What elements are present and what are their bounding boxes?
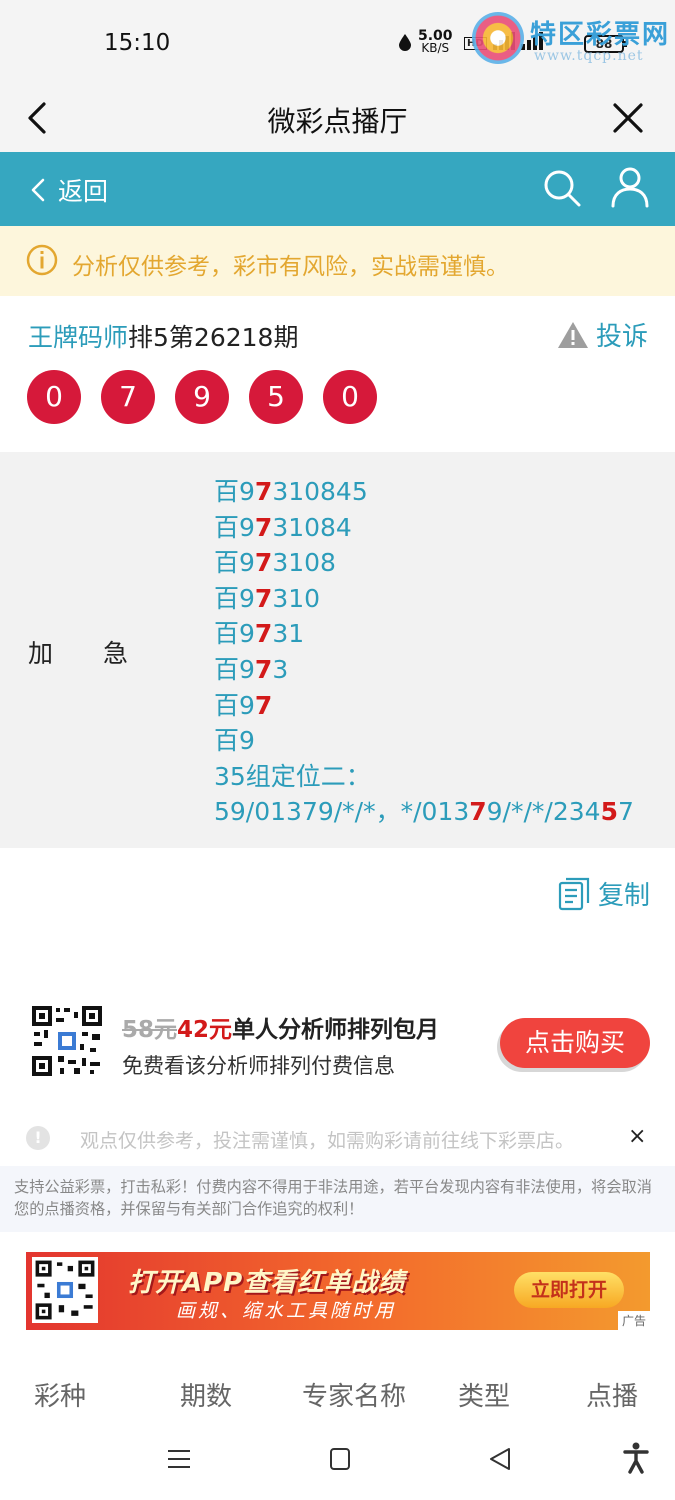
promo-desc: 单人分析师排列包月 <box>232 1017 440 1043</box>
accessibility-icon[interactable] <box>622 1442 650 1474</box>
tab-type[interactable]: 类型 <box>458 1376 510 1413</box>
watermark: 特区彩票网 www.tqcp.net <box>472 8 672 68</box>
tab-play[interactable]: 点播 <box>586 1376 638 1413</box>
copy-label: 复制 <box>598 881 651 911</box>
back-button[interactable]: 返回 <box>30 172 108 208</box>
back-chevron-icon <box>31 178 45 202</box>
search-icon[interactable] <box>542 168 582 208</box>
banner-headline: 打开APP查看红单战绩 <box>128 1268 406 1298</box>
expert-line: 王牌码师排5第26218期 <box>28 318 298 354</box>
page-title: 微彩点播厅 <box>267 105 408 138</box>
result-ball: 5 <box>249 370 303 424</box>
watermark-logo-icon <box>472 12 524 64</box>
open-app-button[interactable]: 立即打开 <box>514 1272 624 1308</box>
result-ball: 7 <box>101 370 155 424</box>
close-disclaimer-button[interactable]: × <box>628 1124 646 1149</box>
complain-label: 投诉 <box>596 322 649 352</box>
prediction-line: 百973 <box>214 654 289 684</box>
back-label: 返回 <box>58 177 109 206</box>
title-bar: 微彩点播厅 <box>0 88 675 152</box>
tab-lottery-type[interactable]: 彩种 <box>34 1376 86 1413</box>
promo-sub: 免费看该分析师排列付费信息 <box>122 1054 395 1078</box>
table-header-tabs: 彩种 期数 专家名称 类型 点播 <box>0 1368 675 1418</box>
back-triangle-icon[interactable] <box>488 1446 512 1472</box>
disclaimer-text: 观点仅供参考，投注需谨慎，如需购彩请前往线下彩票店。 <box>80 1130 575 1152</box>
expert-name[interactable]: 王牌码师 <box>28 323 128 352</box>
prediction-line: 百9731 <box>214 619 305 649</box>
copy-button[interactable]: 复制 <box>558 875 650 912</box>
complain-button[interactable]: 投诉 <box>556 316 648 353</box>
issue-label: 排5第26218期 <box>128 323 299 352</box>
qr-code-icon <box>32 1257 98 1323</box>
data-drop-icon <box>399 34 411 51</box>
prediction-line: 百9 <box>214 726 255 756</box>
prediction-line: 百973108 <box>214 548 336 578</box>
status-time: 15:10 <box>104 30 171 56</box>
result-ball: 0 <box>323 370 377 424</box>
result-ball: 9 <box>175 370 229 424</box>
draw-result-balls: 0 7 9 5 0 <box>27 370 377 424</box>
menu-icon[interactable] <box>167 1448 191 1470</box>
promo-price-line: 58元42元单人分析师排列包月 <box>122 1010 439 1044</box>
prediction-content: 加急 百97310845 百9731084 百973108 百97310 百97… <box>0 452 675 848</box>
watermark-title: 特区彩票网 <box>530 20 671 50</box>
buy-button[interactable]: 点击购买 <box>500 1018 650 1068</box>
status-bar: 15:10 5.00KB/S HD 88 特区彩票网 www.tqcp.net <box>0 0 675 88</box>
risk-notice: 分析仅供参考，彩市有风险，实战需谨慎。 <box>0 226 675 296</box>
banner-subline: 画规、缩水工具随时用 <box>176 1300 397 1322</box>
user-icon[interactable] <box>610 166 650 208</box>
tab-issue[interactable]: 期数 <box>180 1376 232 1413</box>
group-positions: 59/01379/*/*，*/01379/*/*/23457 <box>214 797 634 827</box>
risk-notice-text: 分析仅供参考，彩市有风险，实战需谨慎。 <box>72 254 509 280</box>
copy-document-icon <box>558 877 590 910</box>
warning-triangle-icon <box>558 321 588 348</box>
nav-bar: 返回 <box>0 152 675 226</box>
app-ad-banner[interactable]: 打开APP查看红单战绩 画规、缩水工具随时用 立即打开 广告 <box>26 1252 650 1330</box>
network-speed: 5.00 KB/S <box>398 29 453 55</box>
new-price: 42元 <box>177 1017 233 1043</box>
tab-expert-name[interactable]: 专家名称 <box>302 1376 406 1413</box>
legal-notice: 支持公益彩票，打击私彩！付费内容不得用于非法用途，若平台发现内容有非法使用，将会… <box>0 1166 675 1232</box>
disclaimer-bar: ! 观点仅供参考，投注需谨慎，如需购彩请前往线下彩票店。 × <box>0 1118 675 1158</box>
prediction-header: 王牌码师排5第26218期 投诉 0 7 9 5 0 <box>0 296 675 452</box>
result-ball: 0 <box>27 370 81 424</box>
prediction-line: 百97 <box>214 690 273 720</box>
info-circle-icon <box>26 244 58 276</box>
old-price: 58元 <box>122 1017 178 1043</box>
subscription-promo: 58元42元单人分析师排列包月 免费看该分析师排列付费信息 点击购买 <box>0 1000 675 1090</box>
group-title: 35组定位二： <box>214 761 371 791</box>
ad-tag: 广告 <box>617 1311 650 1330</box>
close-x-icon[interactable] <box>610 100 646 136</box>
prediction-line: 百9731084 <box>214 512 352 542</box>
system-nav-bar <box>0 1420 675 1500</box>
home-square-icon[interactable] <box>330 1448 350 1470</box>
prediction-lines: 百97310845 百9731084 百973108 百97310 百9731 … <box>214 474 634 830</box>
qr-code-icon <box>30 1004 104 1078</box>
category-label: 加急 <box>28 639 179 668</box>
prediction-line: 百97310845 <box>214 477 368 506</box>
prediction-line: 百97310 <box>214 583 321 613</box>
watermark-url: www.tqcp.net <box>534 48 644 64</box>
exclamation-circle-icon: ! <box>26 1126 50 1150</box>
net-speed-unit: KB/S <box>421 41 450 55</box>
